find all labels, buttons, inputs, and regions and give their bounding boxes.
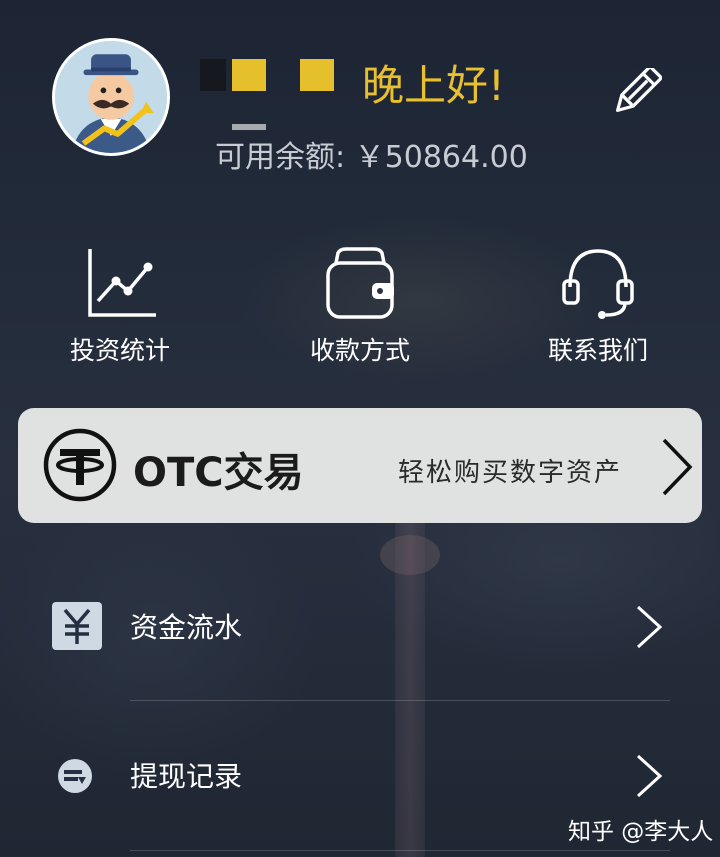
quick-action-label: 投资统计 xyxy=(69,336,170,365)
pencil-icon xyxy=(616,65,663,112)
chevron-right-icon xyxy=(662,438,693,496)
chevron-right-icon xyxy=(636,605,663,649)
headset-icon xyxy=(562,249,634,319)
otc-title: OTC交易 xyxy=(133,450,304,496)
wallet-icon xyxy=(326,247,394,319)
line-chart-icon xyxy=(88,249,156,317)
menu-item-label: 提现记录 xyxy=(130,760,243,793)
redaction-mark xyxy=(232,124,266,130)
quick-action-label: 联系我们 xyxy=(547,336,648,365)
chevron-right-icon xyxy=(636,754,663,798)
otc-subtitle: 轻松购买数字资产 xyxy=(398,458,623,488)
redaction-mark xyxy=(200,59,226,91)
menu-item-label: 资金流水 xyxy=(130,611,243,644)
edit-profile-button[interactable] xyxy=(610,65,663,116)
greeting-text: 晚上好! xyxy=(362,61,505,110)
quick-action-label: 收款方式 xyxy=(309,336,410,365)
quick-action-investment-stats[interactable]: 投资统计 xyxy=(30,245,210,367)
redaction-mark xyxy=(300,59,334,91)
redaction-mark xyxy=(232,59,266,91)
yen-icon xyxy=(52,602,102,650)
cartoon-investor-avatar-icon xyxy=(55,41,167,153)
balance-value: ￥50864.00 xyxy=(354,140,528,175)
divider xyxy=(130,850,670,851)
quick-action-contact-us[interactable]: 联系我们 xyxy=(508,245,688,367)
avatar[interactable] xyxy=(52,38,170,156)
balance-display: 可用余额: ￥50864.00 xyxy=(215,132,528,176)
divider xyxy=(130,700,670,701)
otc-trade-banner[interactable]: OTC交易 轻松购买数字资产 xyxy=(18,408,702,523)
watermark: 知乎 @李大人 xyxy=(568,819,714,845)
balance-label: 可用余额: xyxy=(215,140,346,175)
withdraw-icon xyxy=(58,759,92,793)
tether-logo-icon xyxy=(43,428,117,502)
quick-action-payment-methods[interactable]: 收款方式 xyxy=(270,245,450,367)
menu-item-fund-flow[interactable]: 资金流水 xyxy=(0,556,720,696)
